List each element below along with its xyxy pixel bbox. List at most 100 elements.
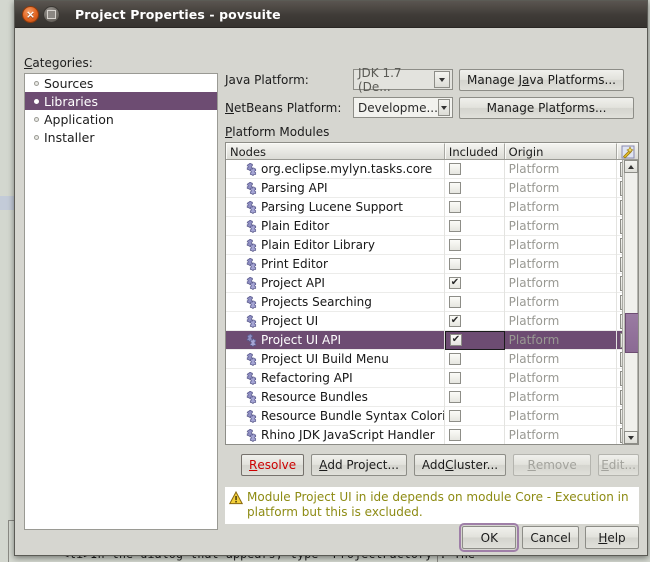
- java-platform-combo[interactable]: JDK 1.7 (De...: [353, 69, 453, 90]
- categories-list[interactable]: Sources Libraries Application Installer: [24, 73, 218, 530]
- table-row[interactable]: Resource Bundle Syntax ColoringPlatform.…: [226, 407, 638, 426]
- included-checkbox[interactable]: [449, 410, 461, 422]
- cell-included[interactable]: [445, 160, 505, 179]
- cell-included[interactable]: [445, 217, 505, 236]
- included-checkbox[interactable]: [449, 182, 461, 194]
- cell-included[interactable]: ✔: [445, 312, 505, 331]
- cell-included[interactable]: [445, 350, 505, 369]
- included-checkbox[interactable]: ✔: [450, 334, 462, 346]
- table-row[interactable]: Plain EditorPlatform...: [226, 217, 638, 236]
- cancel-button[interactable]: Cancel: [522, 526, 579, 549]
- table-row[interactable]: Parsing APIPlatform...: [226, 179, 638, 198]
- module-puzzle-icon: [244, 163, 257, 176]
- cell-included[interactable]: [445, 236, 505, 255]
- cell-included[interactable]: ✔: [445, 274, 505, 293]
- cell-node-name: Parsing Lucene Support: [226, 198, 445, 217]
- origin-value: Platform: [509, 409, 560, 423]
- included-checkbox[interactable]: [449, 258, 461, 270]
- ok-button[interactable]: OK: [462, 526, 516, 549]
- table-row[interactable]: Parsing Lucene SupportPlatform...: [226, 198, 638, 217]
- table-row[interactable]: Rhino JDK JavaScript HandlerPlatform...: [226, 426, 638, 444]
- column-header-origin[interactable]: Origin: [505, 143, 617, 159]
- category-item-sources[interactable]: Sources: [25, 74, 217, 92]
- table-row[interactable]: Resource BundlesPlatform...: [226, 388, 638, 407]
- scrollbar-thumb[interactable]: [625, 313, 639, 353]
- java-platform-row: Java Platform: JDK 1.7 (De... Manage Jav…: [225, 68, 639, 91]
- resolve-button[interactable]: Resolve: [241, 454, 304, 476]
- table-row[interactable]: Print EditorPlatform...: [226, 255, 638, 274]
- table-vertical-scrollbar[interactable]: [622, 160, 638, 444]
- included-checkbox[interactable]: [449, 372, 461, 384]
- table-body[interactable]: org.eclipse.mylyn.tasks.corePlatform... …: [226, 160, 638, 444]
- cell-origin: Platform: [505, 179, 617, 198]
- cell-included[interactable]: [445, 179, 505, 198]
- table-row[interactable]: Project UI API✔Platform...: [226, 331, 638, 350]
- cell-node-name: Projects Searching: [226, 293, 445, 312]
- included-checkbox[interactable]: [449, 220, 461, 232]
- included-checkbox[interactable]: ✔: [449, 315, 461, 327]
- cell-included[interactable]: [445, 255, 505, 274]
- scroll-down-arrow-icon[interactable]: [624, 431, 638, 444]
- warning-triangle-icon: [229, 491, 243, 505]
- cell-included[interactable]: ✔: [445, 331, 505, 350]
- platform-modules-table[interactable]: Nodes Included Origin org.eclipse.mylyn.…: [225, 142, 639, 445]
- module-puzzle-icon: [244, 258, 257, 271]
- manage-java-platforms-button[interactable]: Manage Java Platforms...: [459, 69, 624, 91]
- included-checkbox[interactable]: [449, 296, 461, 308]
- cell-included[interactable]: [445, 198, 505, 217]
- included-checkbox[interactable]: [449, 391, 461, 403]
- table-row[interactable]: Project UI✔Platform...: [226, 312, 638, 331]
- cell-included[interactable]: [445, 293, 505, 312]
- module-name: Resource Bundle Syntax Coloring: [261, 409, 445, 423]
- chevron-down-icon[interactable]: [438, 99, 450, 116]
- manage-platforms-button[interactable]: Manage Platforms...: [459, 97, 634, 119]
- cell-node-name: Plain Editor: [226, 217, 445, 236]
- cell-included[interactable]: [445, 388, 505, 407]
- module-name: Print Editor: [261, 257, 328, 271]
- add-project-button[interactable]: Add Project...: [311, 454, 407, 476]
- project-properties-dialog: Project Properties - povsuite Categories…: [14, 0, 648, 556]
- chevron-down-icon[interactable]: [434, 71, 450, 88]
- category-item-application[interactable]: Application: [25, 110, 217, 128]
- netbeans-platform-combo[interactable]: Developme...: [353, 97, 453, 118]
- included-checkbox[interactable]: [449, 239, 461, 251]
- module-puzzle-icon: [244, 353, 257, 366]
- table-row[interactable]: Projects SearchingPlatform...: [226, 293, 638, 312]
- included-checkbox[interactable]: [449, 201, 461, 213]
- included-checkbox[interactable]: [449, 353, 461, 365]
- cell-node-name: Resource Bundle Syntax Coloring: [226, 407, 445, 426]
- module-puzzle-icon: [244, 220, 257, 233]
- cell-origin: Platform: [505, 160, 617, 179]
- module-puzzle-icon: [244, 391, 257, 404]
- table-row[interactable]: org.eclipse.mylyn.tasks.corePlatform...: [226, 160, 638, 179]
- table-row[interactable]: Project API✔Platform...: [226, 274, 638, 293]
- column-header-nodes[interactable]: Nodes: [226, 143, 445, 159]
- origin-value: Platform: [509, 181, 560, 195]
- included-checkbox[interactable]: [449, 163, 461, 175]
- origin-value: Platform: [509, 257, 560, 271]
- category-item-installer[interactable]: Installer: [25, 128, 217, 146]
- maximize-icon[interactable]: [43, 6, 60, 23]
- close-icon[interactable]: [22, 6, 39, 23]
- add-cluster-button[interactable]: Add Cluster...: [414, 454, 506, 476]
- help-button[interactable]: Help: [585, 526, 639, 549]
- table-row[interactable]: Refactoring APIPlatform...: [226, 369, 638, 388]
- cell-included[interactable]: [445, 407, 505, 426]
- included-checkbox[interactable]: ✔: [449, 277, 461, 289]
- scrollbar-track[interactable]: [624, 173, 638, 431]
- dialog-titlebar[interactable]: Project Properties - povsuite: [15, 1, 647, 28]
- table-row[interactable]: Project UI Build MenuPlatform...: [226, 350, 638, 369]
- scroll-up-arrow-icon[interactable]: [624, 160, 638, 173]
- cell-included[interactable]: [445, 369, 505, 388]
- origin-value: Platform: [509, 162, 560, 176]
- category-item-libraries[interactable]: Libraries: [25, 92, 217, 110]
- column-header-included[interactable]: Included: [445, 143, 505, 159]
- origin-value: Platform: [509, 352, 560, 366]
- cell-included[interactable]: [445, 426, 505, 445]
- origin-value: Platform: [509, 295, 560, 309]
- filter-wand-icon[interactable]: [617, 143, 638, 159]
- table-row[interactable]: Plain Editor LibraryPlatform...: [226, 236, 638, 255]
- included-checkbox[interactable]: [449, 429, 461, 441]
- module-name: Parsing API: [261, 181, 328, 195]
- cell-origin: Platform: [505, 331, 617, 350]
